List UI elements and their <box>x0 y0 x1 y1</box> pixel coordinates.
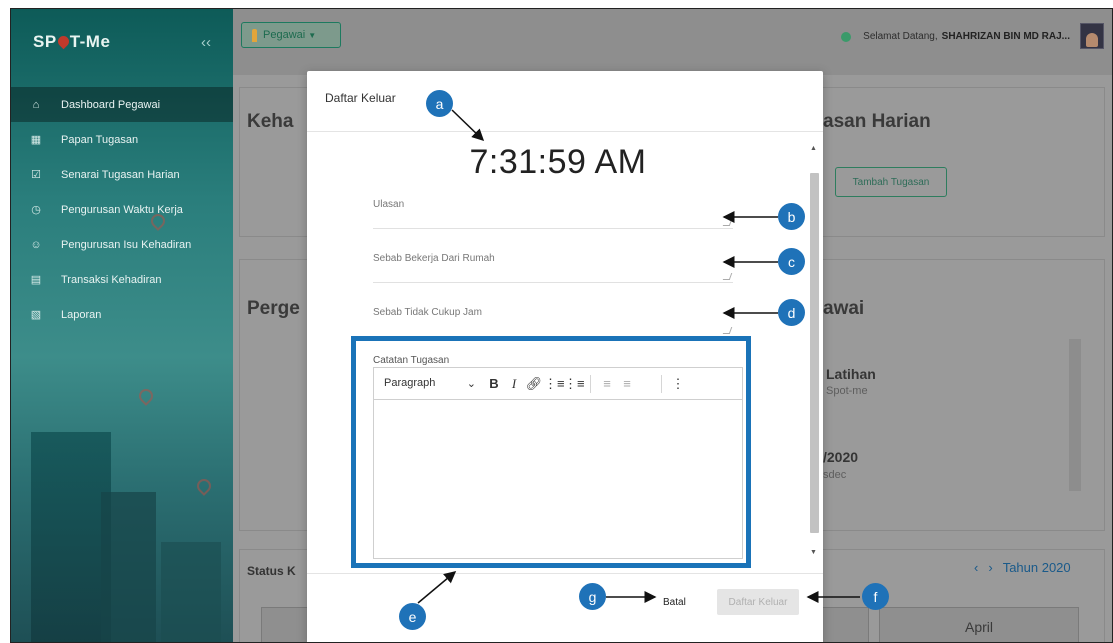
sidebar: SP T-Me ‹‹ ⌂ Dashboard Pegawai ▦ Papan Tu… <box>11 9 233 642</box>
sidebar-item-label: Pengurusan Waktu Kerja <box>61 203 183 216</box>
sidebar-item-label: Dashboard Pegawai <box>61 98 161 111</box>
highlight-box <box>351 336 751 568</box>
checkout-submit-button[interactable]: Daftar Keluar <box>717 589 799 615</box>
welcome-message: Selamat Datang, SHAHRIZAN BIN MD RAJ... <box>841 31 1070 42</box>
callout-marker-f: f <box>862 583 889 610</box>
scroll-down-icon[interactable]: ▼ <box>810 549 817 556</box>
sidebar-header: SP T-Me ‹‹ <box>11 9 233 75</box>
board-icon: ▦ <box>30 134 42 146</box>
scroll-up-icon[interactable]: ▲ <box>810 145 817 152</box>
insufficient-hours-field[interactable]: Sebab Tidak Cukup Jam <box>373 307 733 337</box>
list-icon: ▤ <box>30 274 42 286</box>
resize-handle-icon[interactable] <box>722 219 733 226</box>
sidebar-item-waktu-kerja[interactable]: ◷ Pengurusan Waktu Kerja <box>11 192 233 227</box>
sidebar-item-senarai-tugasan[interactable]: ☑ Senarai Tugasan Harian <box>11 157 233 192</box>
callout-marker-g: g <box>579 583 606 610</box>
welcome-text: Selamat Datang, <box>863 31 938 42</box>
building-illustration <box>31 432 111 642</box>
map-pin-icon <box>194 476 214 496</box>
report-icon: ▧ <box>30 309 42 321</box>
sidebar-item-papan-tugasan[interactable]: ▦ Papan Tugasan <box>11 122 233 157</box>
callout-marker-c: c <box>778 248 805 275</box>
app-logo[interactable]: SP T-Me <box>33 32 110 52</box>
year-nav: ‹ › Tahun 2020 <box>974 560 1071 575</box>
modal-scrollbar[interactable]: ▲ ▼ <box>809 143 819 563</box>
user-name[interactable]: SHAHRIZAN BIN MD RAJ... <box>942 31 1070 42</box>
sidebar-item-label: Transaksi Kehadiran <box>61 273 162 286</box>
card-title: awai <box>823 298 865 319</box>
wfh-reason-placeholder: Sebab Bekerja Dari Rumah <box>373 253 495 264</box>
chevron-right-icon[interactable]: › <box>988 560 992 575</box>
sidebar-menu: ⌂ Dashboard Pegawai ▦ Papan Tugasan ☑ Se… <box>11 87 233 332</box>
building-illustration <box>161 542 221 642</box>
sidebar-item-label: Papan Tugasan <box>61 133 139 146</box>
insufficient-hours-placeholder: Sebab Tidak Cukup Jam <box>373 307 482 318</box>
card-title: Perge <box>247 298 300 319</box>
resize-handle-icon[interactable] <box>722 273 733 280</box>
resize-handle-icon[interactable] <box>722 327 733 334</box>
clock-icon: ◷ <box>31 204 41 216</box>
role-dropdown-label: Pegawai <box>263 29 306 41</box>
building-illustration <box>101 492 156 642</box>
status-label: Status K <box>247 564 296 578</box>
sidebar-item-isu-kehadiran[interactable]: ☺ Pengurusan Isu Kehadiran <box>11 227 233 262</box>
sidebar-item-laporan[interactable]: ▧ Laporan <box>11 297 233 332</box>
chevron-down-icon: ▼ <box>308 30 317 40</box>
callout-marker-e: e <box>399 603 426 630</box>
sidebar-item-label: Pengurusan Isu Kehadiran <box>61 238 192 251</box>
callout-marker-b: b <box>778 203 805 230</box>
callout-marker-d: d <box>778 299 805 326</box>
sidebar-item-label: Senarai Tugasan Harian <box>61 168 180 181</box>
ulasan-field[interactable]: Ulasan <box>373 199 733 229</box>
ulasan-placeholder: Ulasan <box>373 199 405 210</box>
sidebar-item-transaksi[interactable]: ▤ Transaksi Kehadiran <box>11 262 233 297</box>
wfh-reason-field[interactable]: Sebab Bekerja Dari Rumah <box>373 253 733 283</box>
month-tile-april[interactable]: April <box>879 607 1079 642</box>
role-dropdown[interactable]: Pegawai ▼ <box>241 22 341 48</box>
list-item-subtitle: Spot-me <box>826 385 868 397</box>
home-icon: ⌂ <box>32 98 40 111</box>
list-item-title: /2020 <box>823 449 859 465</box>
add-task-button[interactable]: Tambah Tugasan <box>835 167 947 197</box>
sidebar-item-dashboard[interactable]: ⌂ Dashboard Pegawai <box>11 87 233 122</box>
chevron-left-icon[interactable]: ‹ <box>974 560 978 575</box>
avatar[interactable] <box>1080 23 1104 49</box>
brand-icon <box>841 31 852 42</box>
double-chevron-left-icon[interactable]: ‹‹ <box>201 34 211 51</box>
scrollbar[interactable] <box>1069 339 1081 491</box>
cancel-button[interactable]: Batal <box>663 597 686 608</box>
divider <box>307 573 823 574</box>
checklist-icon: ☑ <box>31 169 41 181</box>
list-item-title: Latihan <box>826 366 876 382</box>
scroll-thumb[interactable] <box>810 173 819 533</box>
card-title: Keha <box>247 111 294 132</box>
sidebar-item-label: Laporan <box>61 308 102 321</box>
topbar: Pegawai ▼ Selamat Datang, SHAHRIZAN BIN … <box>233 9 1112 75</box>
current-time: 7:31:59 AM <box>469 143 647 181</box>
callout-marker-a: a <box>426 90 453 117</box>
user-icon: ☺ <box>30 238 42 251</box>
divider <box>307 131 823 132</box>
year-label: Tahun 2020 <box>1002 560 1071 575</box>
map-pin-icon <box>136 386 156 406</box>
modal-title: Daftar Keluar <box>325 91 396 105</box>
list-item-subtitle: sdec <box>823 469 847 481</box>
badge-icon <box>252 28 257 42</box>
card-title: asan Harian <box>823 111 931 132</box>
